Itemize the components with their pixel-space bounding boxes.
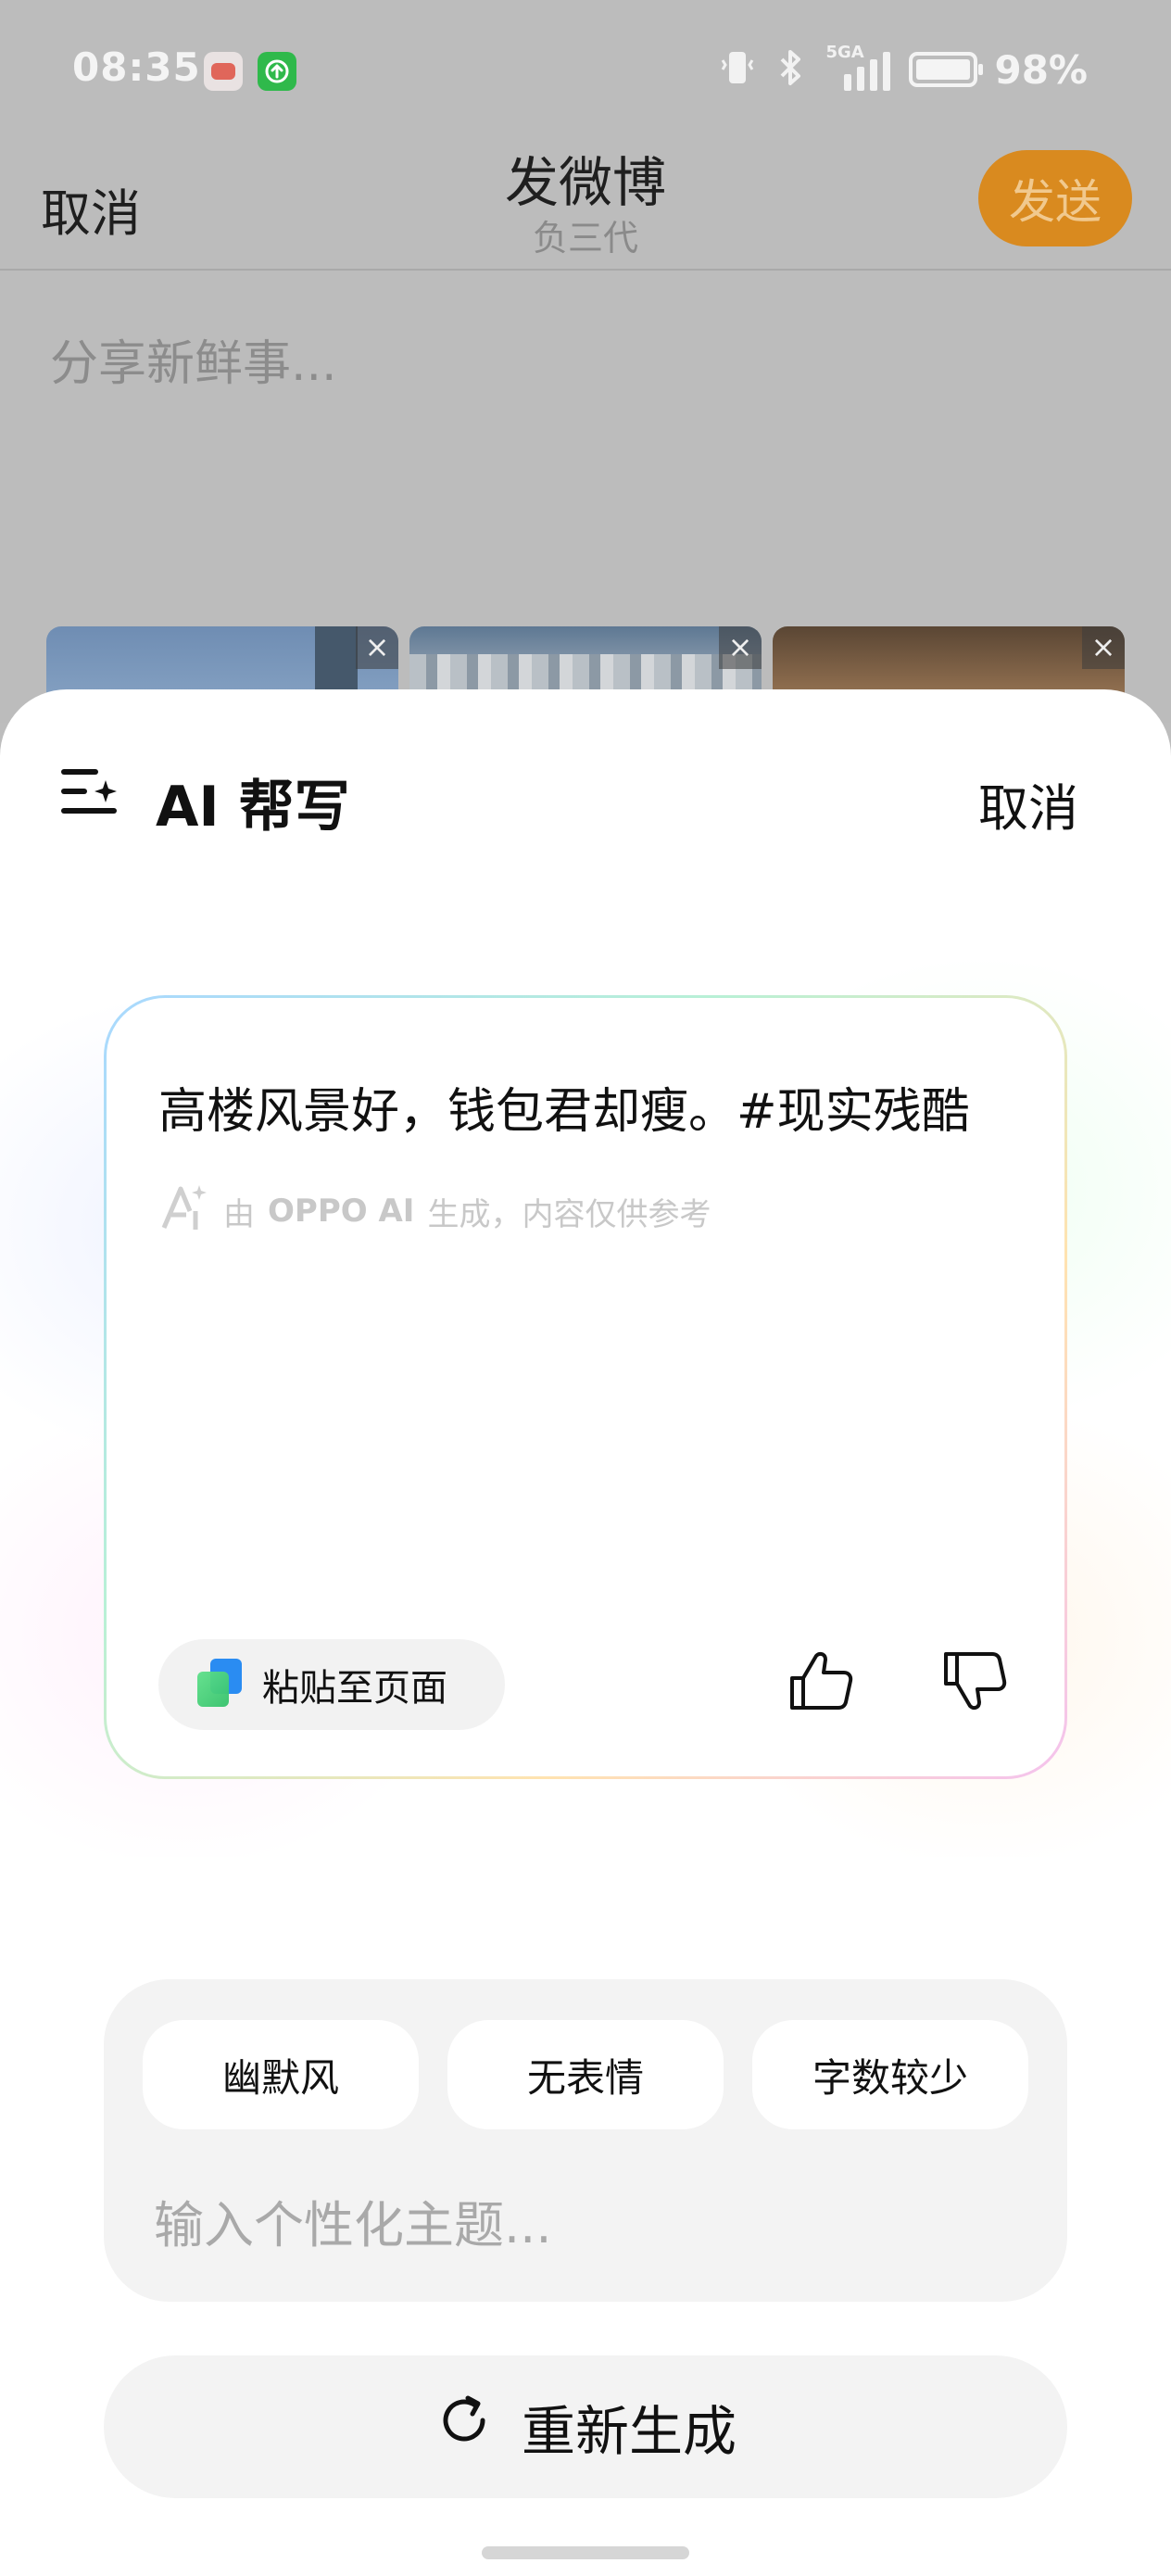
chip-humorous[interactable]: 幽默风 <box>143 2020 419 2129</box>
paste-to-page-button[interactable]: 粘贴至页面 <box>158 1639 505 1730</box>
battery-percent: 98% <box>994 46 1088 93</box>
ai-disclaimer-prefix: 由 <box>223 1195 255 1233</box>
ai-disclaimer-suffix: 生成，内容仅供参考 <box>427 1195 711 1233</box>
paste-button-label: 粘贴至页面 <box>262 1667 447 1710</box>
ai-disclaimer-brand: OPPO AI <box>268 1193 415 1230</box>
send-button[interactable]: 发送 <box>978 150 1132 246</box>
upload-app-icon <box>258 52 296 91</box>
paste-icon <box>197 1659 244 1711</box>
regenerate-label: 重新生成 <box>521 2400 737 2463</box>
status-time: 08:35 <box>72 44 201 90</box>
style-options-panel: 幽默风 无表情 字数较少 <box>104 1979 1067 2302</box>
sheet-header: AI 帮写 取消 <box>0 745 1171 840</box>
compose-text-placeholder[interactable]: 分享新鲜事... <box>50 324 337 394</box>
chip-fewer-words[interactable]: 字数较少 <box>752 2020 1028 2129</box>
vibrate-icon <box>716 46 759 93</box>
regenerate-button[interactable]: 重新生成 <box>104 2355 1067 2498</box>
compose-nav-bar: 取消 发微博 负三代 发送 <box>0 139 1171 271</box>
remove-image-icon[interactable]: × <box>356 626 398 669</box>
home-indicator[interactable] <box>482 2546 689 2559</box>
remove-image-icon[interactable]: × <box>719 626 762 669</box>
chip-no-emoji[interactable]: 无表情 <box>447 2020 724 2129</box>
remove-image-icon[interactable]: × <box>1082 626 1125 669</box>
generated-text: 高楼风景好，钱包君却瘦。#现实残酷 <box>158 1084 970 1140</box>
compose-page-background: 08:35 5GA 98% 取消 发微博 负三代 发送 分享新鲜事... × ×… <box>0 0 1171 723</box>
ai-menu-sparkle-icon[interactable] <box>59 764 122 823</box>
status-bar: 08:35 5GA 98% <box>0 0 1171 139</box>
signal-icon: 5GA <box>824 43 892 93</box>
sheet-title: AI 帮写 <box>156 775 350 840</box>
game-app-icon <box>204 52 243 91</box>
thumbs-up-icon[interactable] <box>787 1647 855 1719</box>
bluetooth-icon <box>775 46 807 93</box>
battery-icon <box>909 52 984 87</box>
refresh-icon <box>434 2391 494 2463</box>
ai-result-card: 高楼风景好，钱包君却瘦。#现实残酷 由 OPPO AI 生成，内容仅供参考 粘贴… <box>104 995 1067 1779</box>
ai-sparkle-icon <box>158 1181 210 1242</box>
thumbs-down-icon[interactable] <box>940 1647 1009 1719</box>
ai-disclaimer: 由 OPPO AI 生成，内容仅供参考 <box>158 1183 711 1239</box>
ai-writing-sheet: AI 帮写 取消 高楼风景好，钱包君却瘦。#现实残酷 由 OPPO AI 生成，… <box>0 689 1171 2576</box>
status-indicators: 5GA 98% <box>716 43 1088 93</box>
custom-topic-input[interactable] <box>154 2183 1015 2267</box>
sheet-cancel-button[interactable]: 取消 <box>978 767 1078 840</box>
